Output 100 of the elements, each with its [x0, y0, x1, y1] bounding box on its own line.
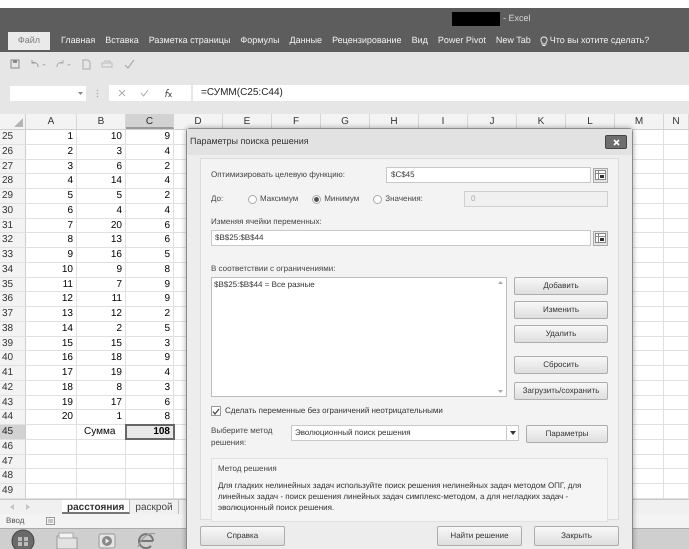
footer-button[interactable]: Найти решение	[437, 526, 522, 546]
row-header[interactable]: 35	[0, 278, 26, 292]
row-header[interactable]: 48	[0, 469, 26, 483]
document-icon[interactable]	[82, 58, 91, 70]
dropdown-arrow-icon[interactable]	[510, 431, 516, 435]
radio-label[interactable]: Минимум	[324, 193, 360, 205]
enter-icon[interactable]	[140, 89, 149, 97]
row-header[interactable]: 36	[0, 292, 26, 306]
table-cell-text: 13	[60, 307, 73, 321]
previous-sheet-icon[interactable]	[10, 504, 14, 510]
ribbon-tab[interactable]: Разметка страницы	[144, 34, 236, 48]
close-button[interactable]	[605, 135, 627, 149]
table-cell-text: 17	[60, 366, 73, 380]
row-header[interactable]: 30	[0, 204, 26, 218]
table-cell-text: 5	[115, 189, 122, 203]
row-header[interactable]: 31	[0, 218, 26, 232]
row-header[interactable]: 33	[0, 248, 26, 262]
row-header[interactable]: 37	[0, 307, 26, 321]
variable-cells-field[interactable]: $B$25:$B$44	[211, 230, 591, 246]
side-button[interactable]: Загрузить/сохранить	[514, 382, 608, 400]
media-player-icon[interactable]	[98, 532, 116, 549]
macro-icon[interactable]	[46, 516, 56, 525]
footer-button[interactable]: Справка	[200, 526, 285, 546]
radio-button[interactable]	[312, 194, 322, 204]
sheet-tab[interactable]: расстояния	[62, 500, 130, 514]
table-cell-text: 6	[66, 204, 73, 218]
scroll-down-icon[interactable]	[498, 390, 502, 393]
scroll-up-icon[interactable]	[498, 281, 502, 284]
method-dropdown[interactable]: Эволюционный поиск решения	[291, 425, 519, 441]
row-header[interactable]: 42	[0, 380, 26, 394]
side-button[interactable]: Сбросить	[514, 356, 608, 374]
column-header[interactable]: N	[664, 114, 689, 129]
row-header[interactable]: 44	[0, 410, 26, 424]
objective-field[interactable]: $C$45	[386, 167, 591, 183]
browser-icon[interactable]	[136, 530, 156, 549]
table-cell-text: 15	[110, 336, 122, 350]
ribbon-tab[interactable]: New Tab	[490, 34, 536, 48]
row-header[interactable]: 41	[0, 366, 26, 380]
row-header[interactable]: 40	[0, 351, 26, 365]
row-header[interactable]: 47	[0, 454, 26, 468]
range-select-button[interactable]	[593, 168, 608, 182]
next-sheet-icon[interactable]	[26, 504, 30, 510]
table-cell-text: 17	[110, 396, 122, 410]
row-header[interactable]: 39	[0, 336, 26, 350]
row-header[interactable]: 49	[0, 484, 26, 498]
table-cell-text: 4	[163, 174, 170, 188]
row-header[interactable]: 45	[0, 425, 26, 439]
ribbon-tab[interactable]: Рецензирование	[327, 34, 407, 48]
parameters-button[interactable]: Параметры	[526, 425, 608, 443]
footer-button[interactable]: Закрыть	[534, 526, 619, 546]
side-button[interactable]: Добавить	[514, 277, 608, 295]
side-button[interactable]: Удалить	[514, 325, 608, 343]
ribbon-tab[interactable]: Вид	[406, 34, 433, 48]
side-button[interactable]: Изменить	[514, 301, 608, 319]
radio-button[interactable]	[248, 194, 257, 204]
ribbon-tab[interactable]: Данные	[284, 34, 328, 48]
folder-icon[interactable]	[56, 532, 78, 549]
formula-field[interactable]: =СУММ(C25:C44)	[193, 85, 689, 101]
ribbon-tab[interactable]: Главная	[56, 34, 100, 48]
row-header[interactable]: 38	[0, 322, 26, 336]
column-header[interactable]: C	[126, 114, 174, 129]
undo-icon[interactable]	[30, 59, 46, 69]
file-tab[interactable]: Файл	[8, 32, 50, 50]
radio-button[interactable]	[373, 194, 382, 204]
row-header[interactable]: 46	[0, 440, 26, 454]
tell-me-field[interactable]: Что вы хотите сделать?	[550, 34, 650, 48]
radio-label[interactable]: Значения:	[385, 193, 423, 205]
table-cell-text: 1	[66, 130, 73, 144]
save-icon[interactable]	[10, 59, 20, 69]
redo-icon[interactable]	[56, 59, 72, 69]
table-cell-text: 3	[163, 380, 170, 395]
table-cell-text: 12	[110, 307, 122, 321]
table-cell-text: 18	[60, 380, 73, 395]
table-cell-text: 2	[163, 189, 170, 203]
checkbox[interactable]	[211, 406, 221, 416]
table-cell-text: 3	[66, 160, 73, 174]
row-header[interactable]: 29	[0, 189, 26, 203]
constraint-item[interactable]: $B$25:$B$44 = Все разные	[214, 279, 494, 291]
select-all-icon[interactable]	[14, 118, 23, 127]
row-header[interactable]: 27	[0, 160, 26, 174]
ribbon-tab[interactable]: Формулы	[235, 34, 285, 48]
radio-label[interactable]: Максимум	[260, 193, 298, 205]
cancel-icon[interactable]	[118, 89, 126, 97]
function-icon[interactable]	[163, 88, 173, 98]
table-cell-text: 16	[60, 351, 73, 366]
row-header[interactable]: 32	[0, 233, 26, 247]
constraints-list[interactable]: $B$25:$B$44 = Все разные	[211, 277, 507, 397]
ribbon-tab[interactable]: Вставка	[100, 34, 144, 48]
start-orb-icon[interactable]	[10, 528, 36, 549]
row-header[interactable]: 25	[0, 130, 26, 144]
column-header[interactable]: A	[26, 114, 77, 129]
ribbon-tab[interactable]: Power Pivot	[432, 34, 491, 48]
checkbox-label[interactable]: Сделать переменные без ограничений неотрицательными	[225, 405, 443, 417]
range-select-button[interactable]	[593, 230, 608, 246]
status-mode: Ввод	[6, 514, 24, 527]
row-header[interactable]: 43	[0, 396, 26, 410]
row-header[interactable]: 26	[0, 144, 26, 158]
row-header[interactable]: 34	[0, 262, 26, 276]
row-header[interactable]: 28	[0, 174, 26, 188]
printer-icon[interactable]	[101, 60, 113, 68]
